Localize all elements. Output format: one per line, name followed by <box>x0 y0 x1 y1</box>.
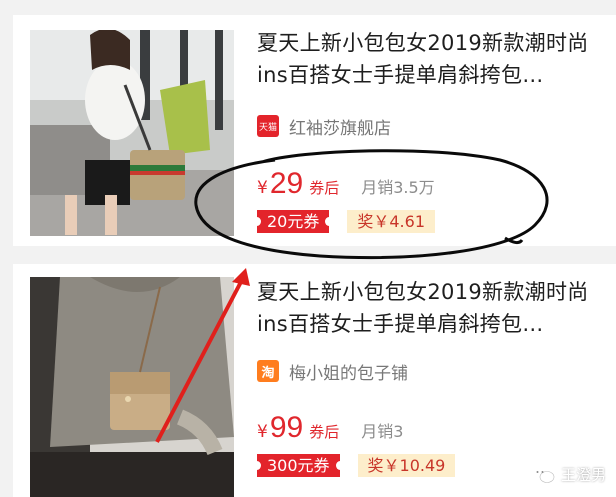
product-card[interactable]: 夏天上新小包包女2019新款潮时尚ins百搭女士手提单肩斜挎包… 天猫 红袖莎旗… <box>13 15 616 246</box>
price: 29 <box>269 167 304 200</box>
price-row: ¥ 29 券后 月销3.5万 <box>257 167 435 203</box>
coupon-notch <box>253 460 261 470</box>
watermark-text: 王澄男 <box>560 466 606 484</box>
coupon-badge[interactable]: 300元券 <box>253 453 344 477</box>
badge-row: 300元券 奖￥10.49 <box>253 453 456 477</box>
coupon-notch <box>253 216 261 226</box>
watermark: 王澄男 <box>531 464 606 485</box>
coupon-badge[interactable]: 20元券 <box>253 209 334 233</box>
product-image[interactable] <box>30 277 234 497</box>
coupon-label: 300元券 <box>267 455 330 475</box>
wechat-icon <box>531 466 555 483</box>
price: 99 <box>269 411 304 444</box>
coupon-notch <box>325 216 334 226</box>
shop-name[interactable]: 梅小姐的包子铺 <box>289 359 408 384</box>
taobao-icon: 淘 <box>257 360 279 382</box>
currency-symbol: ¥ <box>257 422 268 442</box>
reward-badge: 奖￥10.49 <box>357 453 456 477</box>
product-title[interactable]: 夏天上新小包包女2019新款潮时尚ins百搭女士手提单肩斜挎包… <box>257 276 599 340</box>
price-suffix: 券后 <box>309 423 340 441</box>
product-title[interactable]: 夏天上新小包包女2019新款潮时尚ins百搭女士手提单肩斜挎包… <box>257 27 599 91</box>
shop-info[interactable]: 淘 梅小姐的包子铺 <box>257 359 408 384</box>
price-suffix: 券后 <box>309 179 340 197</box>
coupon-label: 20元券 <box>267 211 320 231</box>
product-card[interactable]: 夏天上新小包包女2019新款潮时尚ins百搭女士手提单肩斜挎包… 淘 梅小姐的包… <box>13 264 616 497</box>
monthly-sales: 月销3.5万 <box>361 178 435 197</box>
badge-row: 20元券 奖￥4.61 <box>253 209 436 233</box>
currency-symbol: ¥ <box>257 178 268 198</box>
shop-info[interactable]: 天猫 红袖莎旗舰店 <box>257 114 391 139</box>
product-image[interactable] <box>30 30 234 236</box>
coupon-notch <box>335 460 344 470</box>
price-row: ¥ 99 券后 月销3 <box>257 411 403 447</box>
shop-name[interactable]: 红袖莎旗舰店 <box>289 114 391 139</box>
tmall-icon: 天猫 <box>257 115 279 137</box>
monthly-sales: 月销3 <box>361 422 404 441</box>
reward-badge: 奖￥4.61 <box>347 209 436 233</box>
